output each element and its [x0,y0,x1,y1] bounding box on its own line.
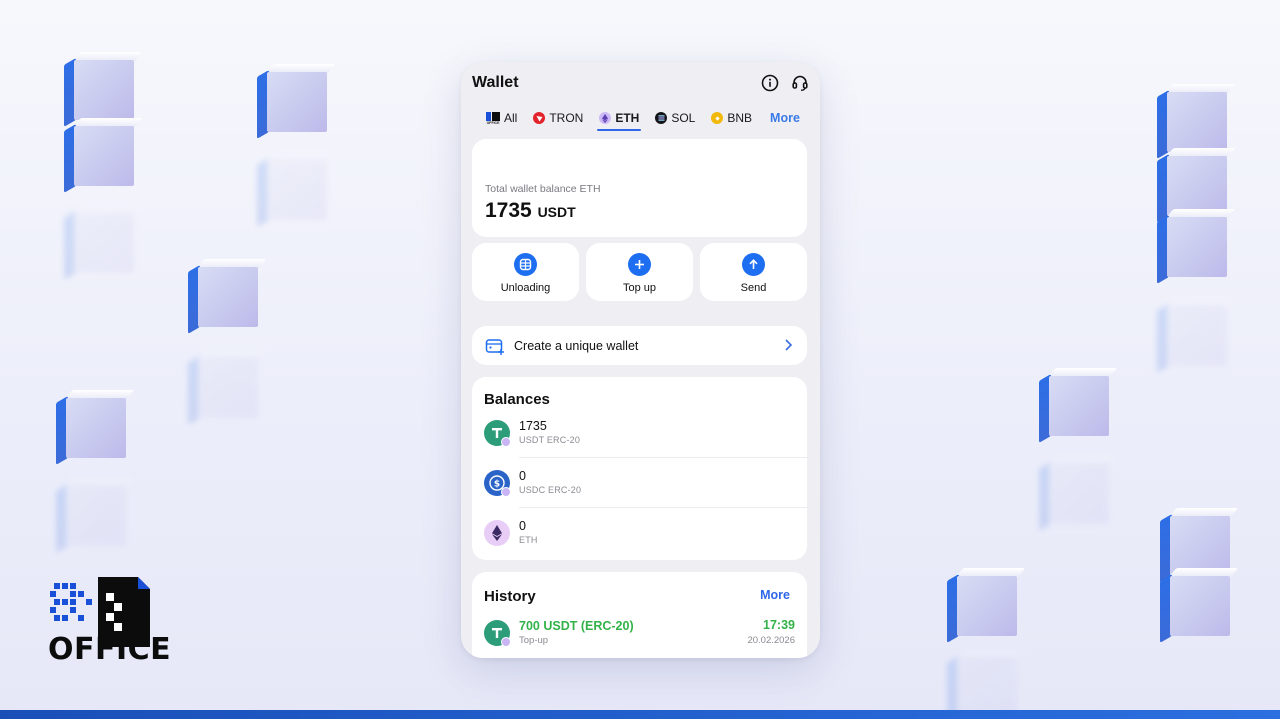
balance-label: Total wallet balance ETH [485,183,601,195]
decor-cube [56,390,135,465]
list-item[interactable]: 1735 USDT ERC-20 [484,415,807,455]
wallet-header: Wallet [472,72,809,94]
eth-network-badge-icon [501,637,511,647]
bnb-icon [711,112,724,124]
decor-cube-reflection [56,478,135,553]
balance-value: 1735 USDT [485,199,576,222]
decor-cube [257,64,336,139]
decor-cube [1157,148,1236,223]
tab-sol[interactable]: SOL [655,107,695,129]
balances-card: Balances 1735 USDT ERC-20 $ 0 USDC ERC-2… [472,377,807,560]
wallet-panel: Wallet OFFICE All TRON ETH SOL BNB More … [461,62,820,658]
decor-cube-reflection [64,205,143,280]
eth-icon [484,520,510,546]
wallet-add-icon [485,336,505,356]
tab-all[interactable]: OFFICE All [486,107,517,129]
unloading-icon [514,253,537,276]
history-card: History More 700 USDT (ERC-20) Top-up 17… [472,572,807,658]
network-tabs: OFFICE All TRON ETH SOL BNB More [461,106,820,131]
balance-amount: 0 [519,519,526,533]
history-more-link[interactable]: More [760,588,790,602]
decor-cube [947,568,1026,643]
decor-cube [1157,209,1236,284]
header-actions [761,74,809,92]
eth-network-badge-icon [501,437,511,447]
eth-icon [599,112,612,124]
list-item[interactable]: 0 ETH [484,515,807,555]
history-date: 20.02.2026 [747,635,795,646]
history-type: Top-up [519,635,549,646]
decor-cube [1157,84,1236,159]
headset-support-icon[interactable] [791,74,809,92]
tabs-more-link[interactable]: More [770,111,800,125]
top-up-button[interactable]: Top up [586,243,693,301]
unloading-button[interactable]: Unloading [472,243,579,301]
decor-cube-reflection [1039,456,1118,531]
decor-cube-reflection [947,650,1026,719]
create-wallet-label: Create a unique wallet [514,338,639,353]
tab-tron[interactable]: TRON [533,107,583,129]
balance-unit: USDT [537,204,576,220]
decor-cube [64,118,143,193]
list-item[interactable]: $ 0 USDC ERC-20 [484,465,807,505]
send-label: Send [740,282,767,294]
decor-cube-reflection [188,350,267,425]
info-icon[interactable] [761,74,779,92]
plus-icon [628,253,651,276]
chevron-right-icon [784,338,793,357]
divider [519,507,807,508]
decor-cube [188,259,267,334]
send-button[interactable]: Send [700,243,807,301]
token-name: USDC ERC-20 [519,485,582,495]
history-title: History [484,588,536,605]
tab-eth[interactable]: ETH [597,107,642,131]
total-balance-card: Total wallet balance ETH 1735 USDT [472,139,807,237]
decor-cube [1039,368,1118,443]
balance-amount: 0 [519,469,526,483]
tron-icon [533,112,546,124]
unloading-label: Unloading [500,282,551,294]
decor-cube [64,52,143,127]
create-unique-wallet-button[interactable]: Create a unique wallet [472,326,807,365]
decor-cube-reflection [257,152,336,227]
decor-cube [1160,568,1239,643]
balance-amount: 1735 [519,419,547,433]
tab-bnb[interactable]: BNB [711,107,752,129]
arrow-up-icon [742,253,765,276]
office-logo-text: OFFICE [48,632,172,667]
history-amount: 700 USDT (ERC-20) [519,619,634,633]
history-time: 17:39 [763,618,795,632]
decor-cube-reflection [1157,298,1236,373]
eth-network-badge-icon [501,487,511,497]
office-logo-icon: OFFICE [486,111,500,125]
top-up-label: Top up [622,282,657,294]
token-name: ETH [519,535,538,545]
divider [519,457,807,458]
token-name: USDT ERC-20 [519,435,581,445]
svg-text:$: $ [494,480,500,490]
page-title: Wallet [472,74,519,91]
balances-title: Balances [484,391,550,408]
bottom-accent-bar [0,710,1280,719]
sol-icon [655,112,668,124]
